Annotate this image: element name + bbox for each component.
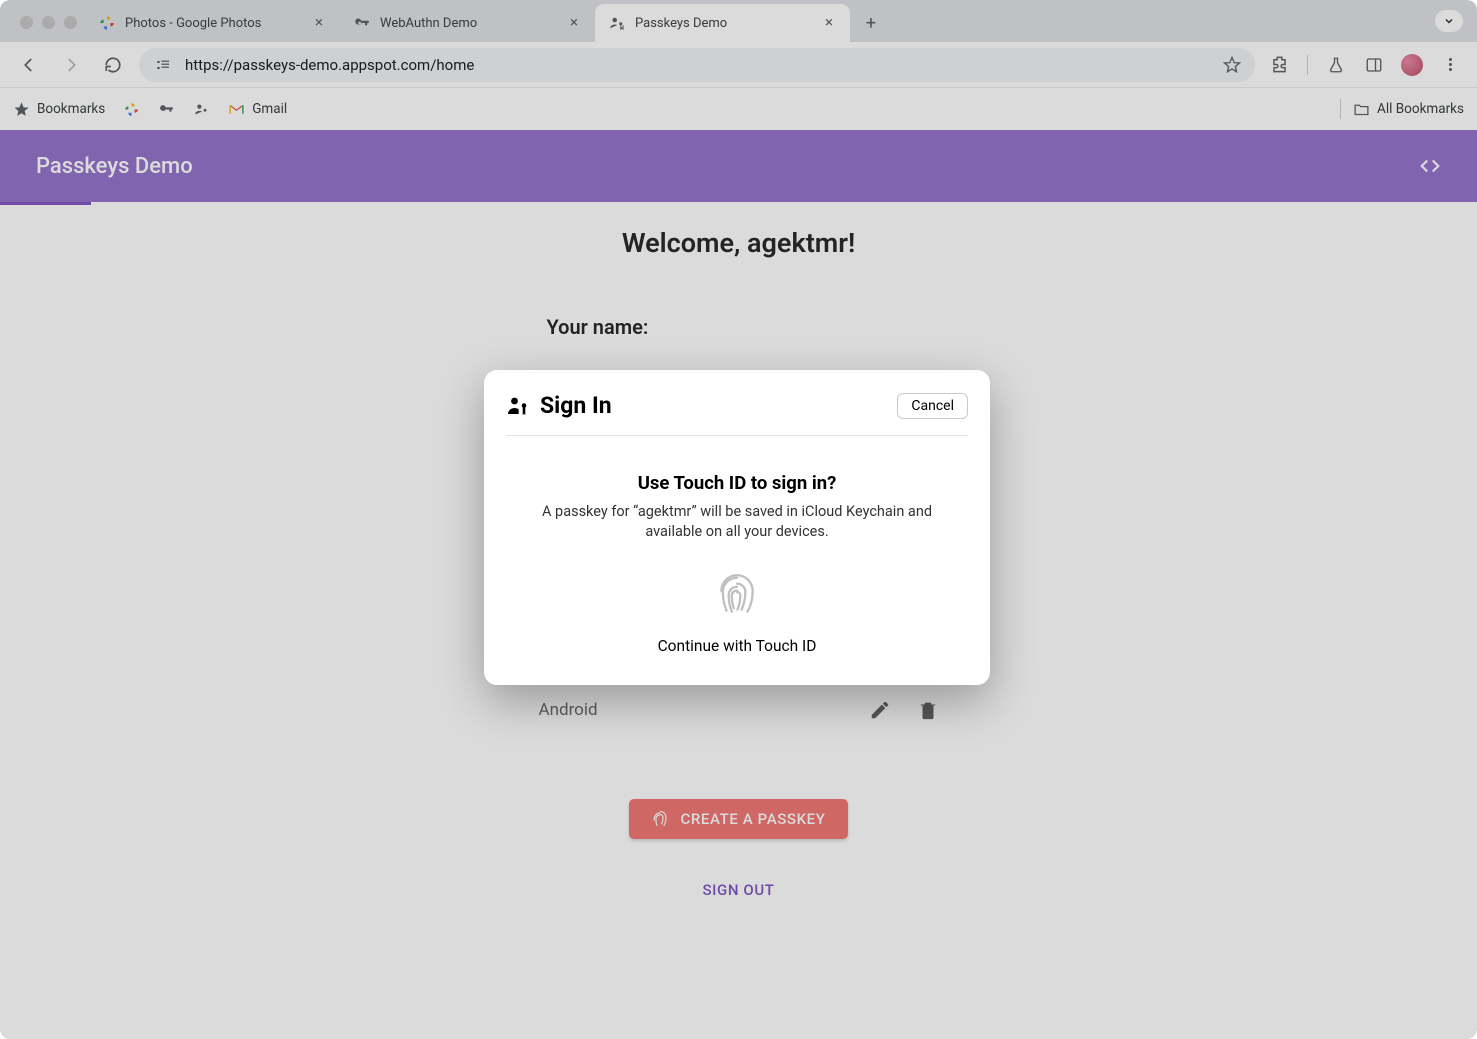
dialog-body: Use Touch ID to sign in? A passkey for “… bbox=[506, 436, 968, 655]
person-key-icon bbox=[506, 394, 530, 418]
signin-dialog: Sign In Cancel Use Touch ID to sign in? … bbox=[484, 370, 990, 685]
dialog-title: Sign In bbox=[540, 392, 612, 419]
continue-touchid-label: Continue with Touch ID bbox=[506, 637, 968, 655]
cancel-button[interactable]: Cancel bbox=[897, 393, 968, 419]
dialog-heading: Use Touch ID to sign in? bbox=[506, 472, 968, 494]
dialog-header: Sign In Cancel bbox=[506, 392, 968, 436]
dialog-description: A passkey for “agektmr” will be saved in… bbox=[506, 502, 968, 541]
fingerprint-icon[interactable] bbox=[712, 569, 762, 619]
